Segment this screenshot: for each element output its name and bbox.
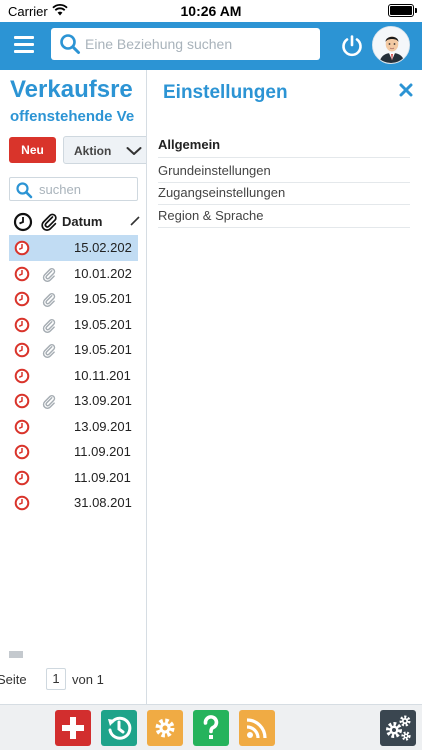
rss-button[interactable] — [239, 710, 275, 746]
paperclip-column-icon[interactable] — [39, 211, 59, 236]
page-subtitle: offenstehende Ve — [10, 108, 135, 125]
table-row[interactable]: 31.08.201 — [9, 490, 138, 516]
user-avatar[interactable] — [372, 26, 410, 64]
plus-icon — [55, 710, 91, 746]
row-date: 10.11.201 — [74, 367, 131, 383]
table-row[interactable]: 15.02.202 — [9, 235, 138, 261]
row-date: 31.08.201 — [74, 495, 132, 510]
table-row[interactable]: 10.01.202 — [9, 261, 138, 287]
row-date: 11.09.201 — [74, 444, 131, 459]
list-search-placeholder: suchen — [39, 182, 81, 197]
row-date: 19.05.201 — [74, 342, 132, 357]
row-date: 13.09.201 — [74, 393, 132, 408]
table-row[interactable]: 10.11.201 — [9, 363, 138, 389]
page-number-input[interactable]: 1 — [46, 668, 66, 690]
chevron-down-icon — [126, 145, 142, 159]
clock-icon — [14, 317, 30, 338]
menu-item-region-language[interactable]: Region & Sprache — [158, 208, 410, 228]
menu-item-basic-settings[interactable]: Grundeinstellungen — [158, 163, 410, 183]
clock-icon — [14, 266, 30, 287]
search-placeholder: Eine Beziehung suchen — [85, 36, 233, 52]
question-icon — [193, 710, 229, 746]
sales-invoices-panel: Verkaufsre offenstehende Ve Neu Aktion s… — [0, 70, 146, 704]
history-button[interactable] — [101, 710, 137, 746]
row-date: 15.02.202 — [74, 240, 132, 255]
settings-panel: Einstellungen Allgemein Grundeinstellung… — [147, 70, 422, 704]
gear-icon — [147, 710, 183, 746]
bottom-toolbar — [0, 704, 422, 750]
menu-icon[interactable] — [14, 36, 34, 54]
power-icon[interactable] — [340, 34, 364, 63]
settings-button[interactable] — [147, 710, 183, 746]
table-row[interactable]: 13.09.201 — [9, 414, 138, 440]
menu-item-access-settings[interactable]: Zugangseinstellungen — [158, 185, 410, 205]
clock-icon — [14, 240, 30, 261]
help-button[interactable] — [193, 710, 229, 746]
table-row[interactable]: 11.09.201 — [9, 439, 138, 465]
section-general: Allgemein — [158, 137, 410, 158]
search-icon — [15, 181, 33, 204]
paperclip-icon — [41, 342, 57, 363]
page-label: Seite — [0, 672, 27, 687]
battery-icon — [388, 4, 417, 17]
action-dropdown-label: Aktion — [74, 144, 112, 158]
gears-icon — [380, 710, 416, 746]
settings-title: Einstellungen — [163, 82, 288, 103]
clock-icon — [14, 291, 30, 312]
date-column-header[interactable]: Datum — [62, 214, 102, 229]
table-row[interactable]: 19.05.201 — [9, 286, 138, 312]
clock-column-icon[interactable] — [13, 212, 33, 237]
history-icon — [101, 710, 137, 746]
clock-icon — [14, 393, 30, 414]
pagination: Seite 1 von 1 — [0, 668, 146, 692]
table-row[interactable]: 13.09.201 — [9, 388, 138, 414]
pencil-icon — [129, 214, 141, 232]
clock-icon — [14, 368, 30, 389]
close-icon[interactable] — [399, 83, 413, 102]
clock-icon — [14, 495, 30, 516]
list-search-input[interactable]: suchen — [9, 177, 138, 201]
clock-icon — [14, 444, 30, 465]
invoice-list: 15.02.202 10.01.202 19.05.201 19.05.201 19.0… — [9, 235, 138, 516]
paperclip-icon — [41, 266, 57, 287]
action-dropdown[interactable]: Aktion — [63, 136, 146, 164]
page-title: Verkaufsre — [10, 76, 133, 103]
app-root: Carrier 10:26 AM Eine Beziehung suchen V… — [0, 0, 422, 750]
relationship-search-input[interactable]: Eine Beziehung suchen — [51, 28, 320, 60]
clock-icon — [14, 342, 30, 363]
paperclip-icon — [41, 393, 57, 414]
table-row[interactable]: 19.05.201 — [9, 312, 138, 338]
row-date: 19.05.201 — [74, 316, 132, 332]
rss-icon — [239, 710, 275, 746]
row-date: 13.09.201 — [74, 418, 132, 434]
system-settings-button[interactable] — [380, 710, 416, 746]
clock-icon — [14, 470, 30, 491]
row-date: 10.01.202 — [74, 265, 132, 281]
row-date: 19.05.201 — [74, 291, 132, 306]
new-button[interactable]: Neu — [9, 137, 56, 163]
search-icon — [59, 33, 81, 60]
clock-time: 10:26 AM — [180, 3, 242, 19]
table-row[interactable]: 11.09.201 — [9, 465, 138, 491]
paperclip-icon — [41, 317, 57, 338]
paperclip-icon — [41, 291, 57, 312]
row-date: 11.09.201 — [74, 469, 131, 485]
table-row[interactable]: 19.05.201 — [9, 337, 138, 363]
clock-icon — [14, 419, 30, 440]
status-bar: Carrier 10:26 AM — [0, 0, 422, 22]
page-total-label: von 1 — [72, 672, 104, 687]
horizontal-scrollbar[interactable] — [9, 651, 23, 658]
table-header: Datum — [9, 210, 146, 234]
app-header: Eine Beziehung suchen — [0, 22, 422, 70]
add-button[interactable] — [55, 710, 91, 746]
